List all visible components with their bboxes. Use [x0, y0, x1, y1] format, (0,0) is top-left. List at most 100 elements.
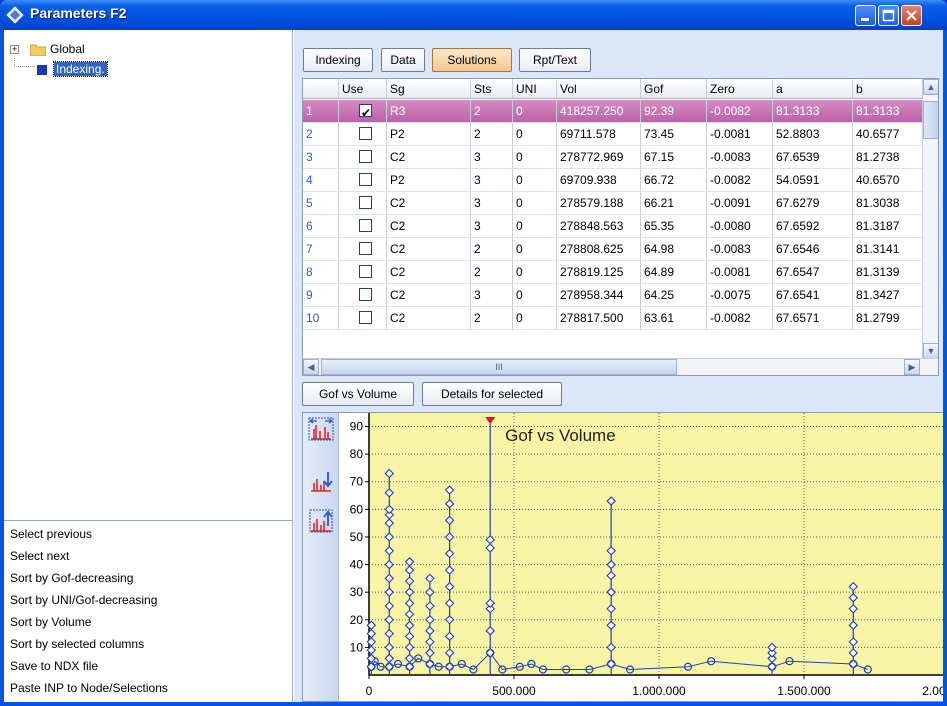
scroll-left-icon[interactable]: ◀	[303, 359, 319, 375]
col-header-sts[interactable]: Sts	[471, 79, 513, 98]
use-checkbox[interactable]	[359, 311, 372, 324]
use-checkbox[interactable]	[359, 173, 372, 186]
grid-vertical-scrollbar[interactable]: ▲ ▼	[922, 79, 938, 359]
cell-row-number: 6	[303, 215, 339, 237]
cmd-sort-volume[interactable]: Sort by Volume	[10, 612, 91, 633]
use-checkbox[interactable]	[359, 102, 372, 122]
cell-vol: 69711.578	[557, 123, 641, 145]
gof-vs-volume-plot[interactable]: 10 20 30 40 50 60 70 80 90 0 500.000 1.000.000 1.500…	[339, 413, 943, 701]
cmd-sort-uni-gof[interactable]: Sort by UNI/Gof-decreasing	[10, 590, 157, 611]
col-header-uni[interactable]: UNI	[513, 79, 557, 98]
tree-item-indexing[interactable]: Indexing.	[10, 61, 210, 78]
table-row[interactable]: 3 C2 3 0 278772.969 67.15 -0.0083 67.6539 81.273…	[303, 146, 923, 169]
cell-a: 67.6571	[773, 307, 853, 329]
cell-zero: -0.0080	[707, 215, 773, 237]
grid-horizontal-scrollbar[interactable]: ◀ III ▶	[303, 358, 938, 375]
table-row[interactable]: 10 C2 2 0 278817.500 63.61 -0.0082 67.6571 81.27…	[303, 307, 923, 330]
col-header-a[interactable]: a	[773, 79, 853, 98]
cell-row-number: 5	[303, 192, 339, 214]
table-row[interactable]: 7 C2 2 0 278808.625 64.98 -0.0083 67.6546 81.314…	[303, 238, 923, 261]
zoom-fit-icon[interactable]	[308, 417, 334, 441]
cmd-select-previous[interactable]: Select previous	[10, 524, 92, 545]
node-tree[interactable]: + Global Indexing.	[4, 30, 293, 520]
cell-use[interactable]	[339, 215, 387, 237]
col-header-b[interactable]: b	[853, 79, 923, 98]
cell-use[interactable]	[339, 307, 387, 329]
tree-item-global[interactable]: + Global	[10, 42, 210, 58]
minimize-button[interactable]	[855, 5, 876, 26]
table-row[interactable]: 2 P2 2 0 69711.578 73.45 -0.0081 52.8803 40.6577	[303, 123, 923, 146]
scroll-up-icon[interactable]: ▲	[923, 79, 938, 95]
tab-gof-vs-volume[interactable]: Gof vs Volume	[302, 382, 414, 406]
cell-gof: 66.72	[641, 169, 707, 191]
y-tick-label: 30	[350, 585, 364, 599]
title-bar[interactable]: Parameters F2	[0, 0, 947, 30]
grid-header: Use Sg Sts UNI Vol Gof Zero a b	[303, 79, 923, 99]
table-row[interactable]: 5 C2 3 0 278579.188 66.21 -0.0091 67.6279 81.303…	[303, 192, 923, 215]
cell-a: 67.6546	[773, 238, 853, 260]
cell-use[interactable]	[339, 169, 387, 191]
window-title: Parameters F2	[30, 5, 127, 21]
use-checkbox[interactable]	[359, 288, 372, 301]
cmd-sort-gof[interactable]: Sort by Gof-decreasing	[10, 568, 133, 589]
solutions-grid[interactable]: Use Sg Sts UNI Vol Gof Zero a b 1R320418…	[302, 78, 939, 376]
tab-rpt-text[interactable]: Rpt/Text	[519, 48, 591, 72]
cell-b: 81.3133	[853, 100, 923, 122]
scroll-down-icon[interactable]: ▼	[923, 343, 938, 359]
cmd-paste-inp[interactable]: Paste INP to Node/Selections	[10, 678, 168, 699]
cell-use[interactable]	[339, 146, 387, 168]
use-checkbox[interactable]	[359, 242, 372, 255]
col-header-sg[interactable]: Sg	[387, 79, 471, 98]
table-row[interactable]: 8 C2 2 0 278819.125 64.89 -0.0081 67.6547 81.313…	[303, 261, 923, 284]
zoom-y-up-icon[interactable]	[308, 509, 334, 533]
y-tick-label: 90	[350, 420, 364, 434]
cell-use[interactable]	[339, 123, 387, 145]
cell-use[interactable]	[339, 100, 387, 122]
use-checkbox[interactable]	[359, 150, 372, 163]
table-row[interactable]: 1R320418257.25092.39-0.008281.313381.313…	[303, 100, 923, 123]
cell-use[interactable]	[339, 284, 387, 306]
col-header-zero[interactable]: Zero	[707, 79, 773, 98]
close-button[interactable]	[901, 5, 922, 26]
cell-a: 67.6541	[773, 284, 853, 306]
use-checkbox[interactable]	[359, 219, 372, 232]
maximize-button[interactable]	[878, 5, 899, 26]
cell-sts: 2	[471, 307, 513, 329]
cell-sg: C2	[387, 284, 471, 306]
cell-use[interactable]	[339, 261, 387, 283]
cmd-save-ndx[interactable]: Save to NDX file	[10, 656, 98, 677]
table-row[interactable]: 9 C2 3 0 278958.344 64.25 -0.0075 67.6541 81.342…	[303, 284, 923, 307]
cmd-sort-selected-columns[interactable]: Sort by selected columns	[10, 634, 144, 655]
tree-expander[interactable]: +	[10, 45, 19, 54]
col-header-vol[interactable]: Vol	[557, 79, 641, 98]
cell-a: 81.3133	[773, 100, 853, 122]
table-row[interactable]: 4 P2 3 0 69709.938 66.72 -0.0082 54.0591 40.6570	[303, 169, 923, 192]
cell-uni: 0	[513, 123, 557, 145]
col-header-use[interactable]: Use	[339, 79, 387, 98]
tab-data[interactable]: Data	[381, 48, 425, 72]
cell-vol: 278579.188	[557, 192, 641, 214]
col-header-gof[interactable]: Gof	[641, 79, 707, 98]
table-row[interactable]: 6 C2 3 0 278848.563 65.35 -0.0080 67.6592 81.318…	[303, 215, 923, 238]
hscroll-thumb[interactable]: III	[321, 359, 677, 375]
tab-details-for-selected[interactable]: Details for selected	[422, 382, 562, 406]
zoom-y-down-icon[interactable]	[308, 469, 334, 493]
use-checkbox[interactable]	[359, 196, 372, 209]
tree-item-label: Global	[50, 42, 85, 56]
use-checkbox[interactable]	[359, 265, 372, 278]
tab-indexing[interactable]: Indexing	[303, 48, 373, 72]
cell-row-number: 3	[303, 146, 339, 168]
scroll-right-icon[interactable]: ▶	[904, 359, 920, 375]
cell-sg: C2	[387, 215, 471, 237]
cell-use[interactable]	[339, 192, 387, 214]
use-checkbox[interactable]	[359, 127, 372, 140]
node-icon	[37, 65, 47, 75]
cell-a: 67.6592	[773, 215, 853, 237]
cmd-select-next[interactable]: Select next	[10, 546, 69, 567]
tab-solutions[interactable]: Solutions	[432, 48, 512, 72]
cell-uni: 0	[513, 307, 557, 329]
cell-a: 67.6279	[773, 192, 853, 214]
cell-use[interactable]	[339, 238, 387, 260]
cell-uni: 0	[513, 192, 557, 214]
vscroll-thumb[interactable]	[923, 101, 938, 139]
